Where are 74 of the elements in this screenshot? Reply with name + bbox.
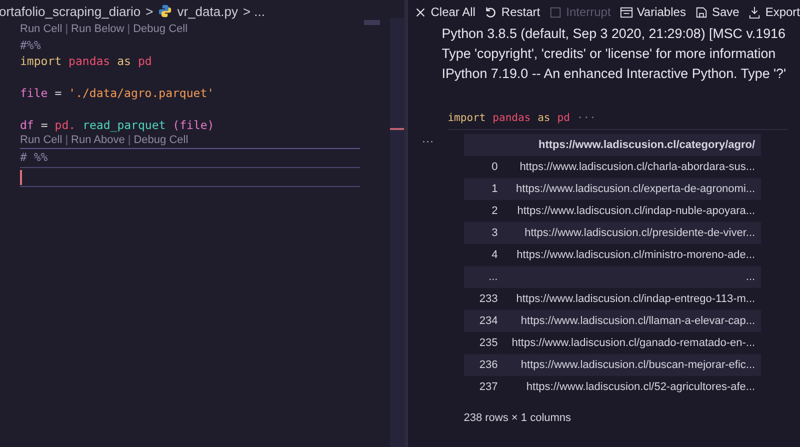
row-index: 3 bbox=[464, 222, 504, 244]
code-token: pd bbox=[557, 112, 570, 124]
code-token: pd bbox=[138, 53, 152, 69]
code-token: = bbox=[54, 85, 62, 101]
table-cell: https://www.ladiscusion.cl/llaman-a-elevar-cap... bbox=[504, 310, 762, 332]
table-cell: ... bbox=[504, 266, 762, 288]
code-token: = bbox=[40, 117, 48, 133]
code-token: pandas bbox=[68, 53, 110, 69]
code-token: # %% bbox=[20, 149, 48, 166]
row-index: 236 bbox=[464, 354, 504, 376]
table-cell: https://www.ladiscusion.cl/indap-entrego-113-m... bbox=[504, 288, 762, 310]
row-index: 233 bbox=[464, 288, 504, 310]
row-index: ... bbox=[464, 266, 504, 288]
restart-icon bbox=[484, 6, 498, 18]
toolbar-button[interactable]: Save bbox=[694, 5, 740, 19]
code-token: #%% bbox=[20, 37, 41, 53]
toolbar-button[interactable]: Variables bbox=[620, 5, 686, 19]
output-menu[interactable]: ··· bbox=[408, 134, 464, 424]
close-icon bbox=[414, 6, 427, 18]
toolbar-button[interactable]: Export bbox=[748, 5, 800, 19]
codelens-separator: | bbox=[65, 22, 68, 37]
toolbar-button[interactable]: Restart bbox=[484, 5, 540, 19]
row-index: 2 bbox=[464, 200, 504, 222]
banner-text: IPython 7.19.0 -- An enhanced Interactive Python. Type '?' bbox=[442, 65, 788, 83]
code-token: import bbox=[20, 53, 62, 69]
codelens-separator: | bbox=[127, 22, 130, 37]
minimap bbox=[364, 20, 380, 25]
table-cell: https://www.ladiscusion.cl/indap-nuble-apoyara... bbox=[504, 200, 762, 222]
table-cell: https://www.ladiscusion.cl/experta-de-agronomi... bbox=[504, 178, 762, 200]
code-token: pandas bbox=[492, 112, 531, 124]
row-index: 237 bbox=[464, 376, 504, 398]
table-cell: https://www.ladiscusion.cl/charla-abordara-sus... bbox=[504, 156, 762, 178]
text-cursor bbox=[20, 170, 22, 184]
breadcrumb-file[interactable]: vr_data.py bbox=[177, 4, 238, 18]
codelens-separator: | bbox=[128, 133, 131, 148]
banner-text: Python 3.8.5 (default, Sep 3 2020, 21:29:08) [MSC v.1916 bbox=[442, 25, 786, 43]
codelens-separator: | bbox=[65, 133, 68, 148]
collapse-indicator[interactable]: ··· bbox=[576, 112, 596, 124]
table-cell: https://www.ladiscusion.cl/presidente-de-viver... bbox=[504, 222, 762, 244]
row-index: 235 bbox=[464, 332, 504, 354]
code-token: as bbox=[117, 53, 131, 69]
code-token: read_parquet bbox=[82, 117, 166, 133]
table-cell: https://www.ladiscusion.cl/ministro-moreno-ade... bbox=[504, 244, 762, 266]
window-icon bbox=[620, 6, 633, 18]
breadcrumb-tail[interactable]: > ... bbox=[242, 4, 265, 18]
codelens-link[interactable]: Run Above bbox=[71, 133, 125, 148]
row-index: 234 bbox=[464, 310, 504, 332]
python-file-icon bbox=[158, 4, 172, 18]
code-token: './data/agro.parquet' bbox=[68, 85, 214, 101]
row-index: 1 bbox=[464, 178, 504, 200]
breadcrumb-separator: > bbox=[146, 4, 154, 18]
codelens-link[interactable]: Debug Cell bbox=[133, 22, 188, 37]
square-icon bbox=[549, 6, 562, 18]
code-token: as bbox=[538, 112, 550, 124]
banner-text: Type 'copyright', 'credits' or 'license' for more information bbox=[442, 45, 777, 63]
save-icon bbox=[694, 6, 708, 18]
table-cell: https://www.ladiscusion.cl/buscan-mejorar-efic... bbox=[504, 354, 762, 376]
table-cell: https://www.ladiscusion.cl/ganado-rematado-en-... bbox=[504, 332, 762, 354]
column-header: https://www.ladiscusion.cl/category/agro/ bbox=[504, 134, 762, 156]
export-icon bbox=[748, 6, 762, 18]
codelens-link[interactable]: Run Cell bbox=[20, 22, 62, 37]
row-index: 4 bbox=[464, 244, 504, 266]
row-index: 0 bbox=[464, 156, 504, 178]
table-summary: 238 rows × 1 columns bbox=[464, 412, 572, 424]
code-token: file bbox=[20, 85, 48, 101]
code-token: (file) bbox=[172, 117, 214, 133]
table-cell: https://www.ladiscusion.cl/52-agricultores-afe... bbox=[504, 376, 762, 398]
codelens-link[interactable]: Debug Cell bbox=[134, 133, 188, 148]
codelens-link[interactable]: Run Below bbox=[71, 22, 124, 37]
codelens-link[interactable]: Run Cell bbox=[20, 133, 62, 148]
code-token: pd. bbox=[54, 117, 76, 133]
toolbar-button[interactable]: Clear All bbox=[414, 5, 476, 19]
code-token: import bbox=[448, 112, 486, 124]
code-token: df bbox=[20, 117, 34, 133]
